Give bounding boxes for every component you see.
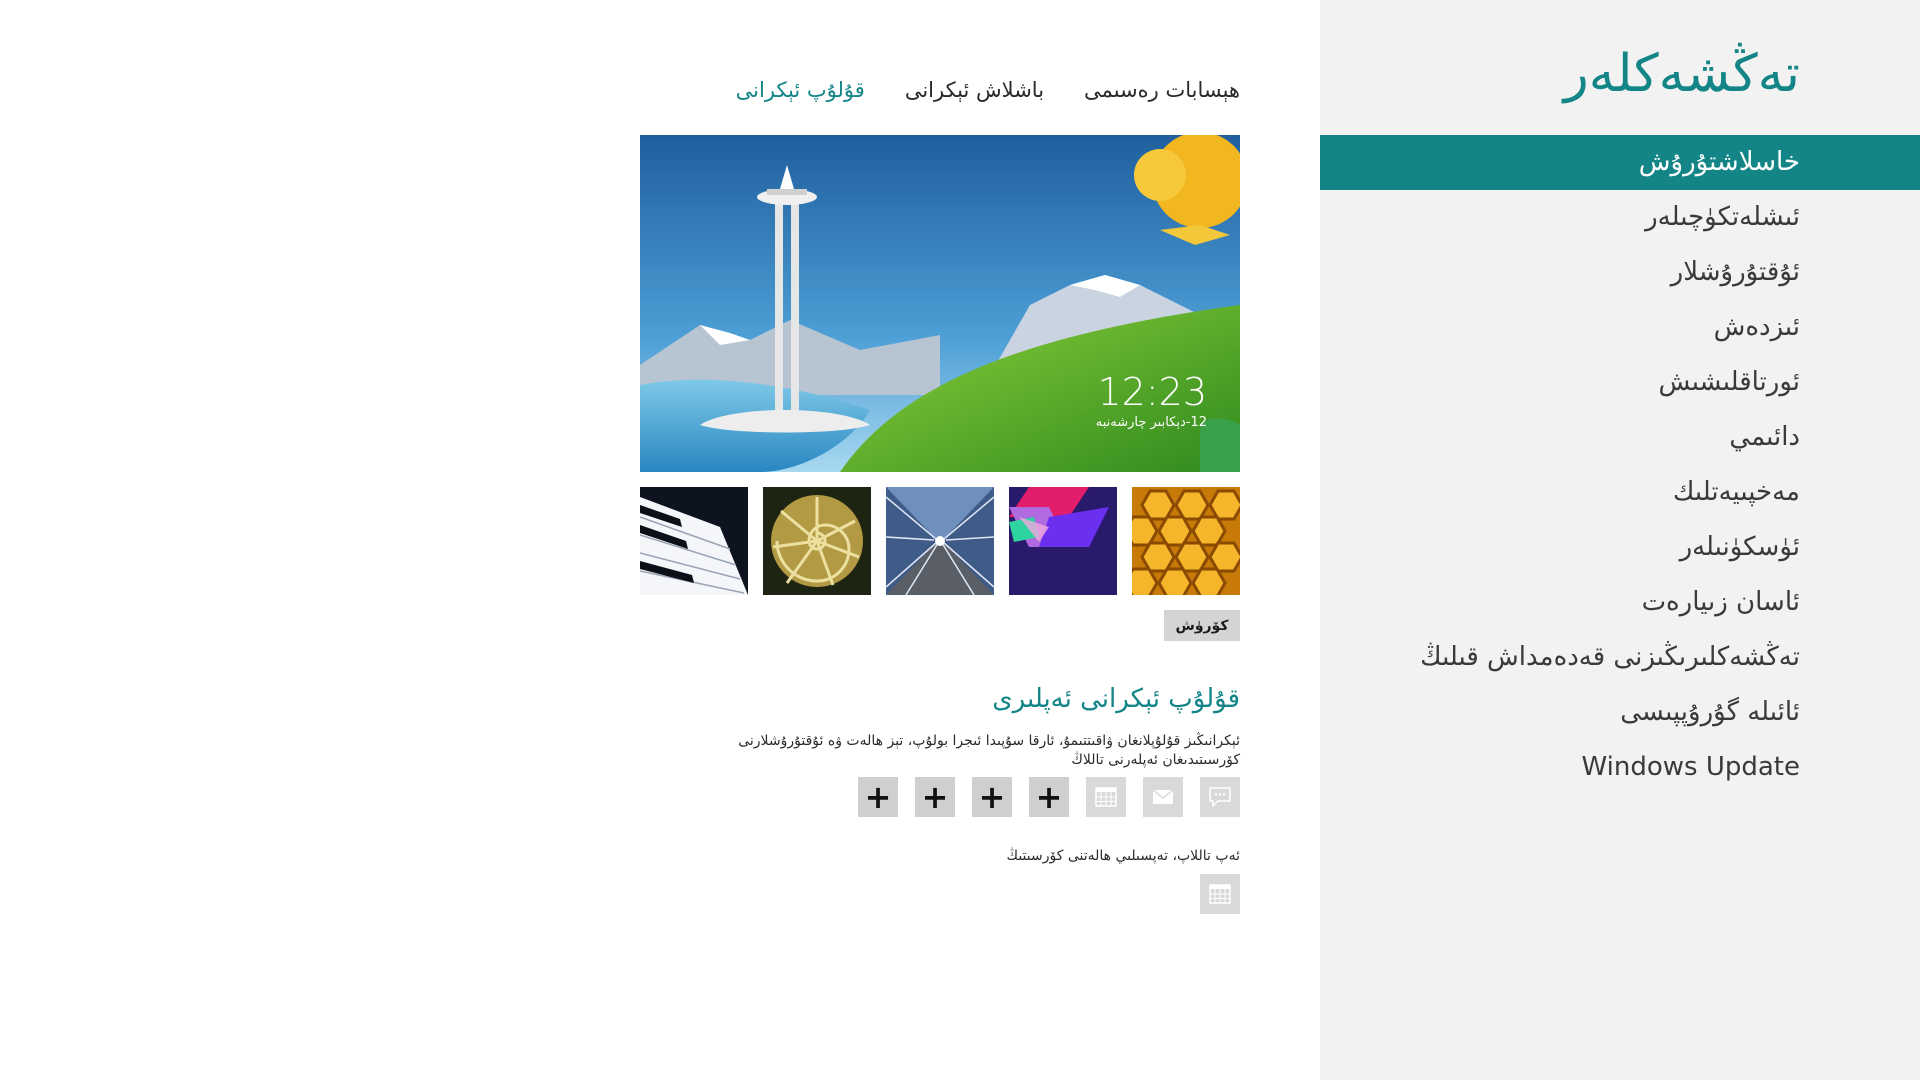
- nav-item-notifications[interactable]: ئۇقتۇرۇشلار: [1320, 245, 1920, 300]
- add-app-button-1[interactable]: +: [1029, 777, 1069, 817]
- app-slot-mail[interactable]: [1143, 777, 1183, 817]
- calendar-icon: [1095, 787, 1117, 807]
- piano-image: [640, 487, 748, 595]
- background-thumbnails: [640, 487, 1240, 595]
- lock-screen-time: 12:23: [1097, 370, 1207, 414]
- lock-screen-preview: 12:23 12-دېكابىر چارشەنبە: [640, 135, 1240, 472]
- nav-item-search[interactable]: ئىزدەش: [1320, 300, 1920, 355]
- calendar-icon: [1209, 884, 1231, 904]
- nav-item-share[interactable]: ئورتاقلىشىش: [1320, 355, 1920, 410]
- nav-item-ease-of-access[interactable]: ئاسان زىيارەت: [1320, 575, 1920, 630]
- lock-screen-apps-description: ئېكرانىڭىز قۇلۇپلانغان ۋاقىتتىمۇ، ئارقا …: [738, 733, 1240, 768]
- thumbnail-piano[interactable]: [640, 487, 748, 595]
- add-app-button-3[interactable]: +: [915, 777, 955, 817]
- add-app-button-2[interactable]: +: [972, 777, 1012, 817]
- thumbnail-honeycomb[interactable]: [1132, 487, 1240, 595]
- honeycomb-image: [1132, 487, 1240, 595]
- nav-item-general[interactable]: دائىمي: [1320, 410, 1920, 465]
- tab-account-picture[interactable]: ھېسابات رەسىمى: [1084, 78, 1240, 102]
- thumbnail-geometric[interactable]: [1009, 487, 1117, 595]
- nav-item-devices[interactable]: ئۈسكۈنىلەر: [1320, 520, 1920, 575]
- lock-screen-apps-title: قۇلۇپ ئېكرانى ئەپلىرى: [992, 684, 1240, 714]
- plus-icon: +: [921, 778, 949, 816]
- personalize-tabs: قۇلۇپ ئېكرانى باشلاش ئېكرانى ھېسابات رەس…: [736, 78, 1240, 102]
- settings-nav-pane: تەڭشەكلەر خاسلاشتۇرۇش ئىشلەتكۈچىلەر ئۇقت…: [1320, 0, 1920, 1080]
- nav-item-homegroup[interactable]: ئائىلە گۇرۇپپىسى: [1320, 685, 1920, 740]
- thumbnail-nautilus[interactable]: [763, 487, 871, 595]
- add-app-button-4[interactable]: +: [858, 777, 898, 817]
- detailed-status-label: ئەپ تاللاپ، تەپسىلىي ھالەتنى كۆرسىتىڭ: [1006, 848, 1240, 864]
- nautilus-image: [763, 487, 871, 595]
- nav-item-personalization[interactable]: خاسلاشتۇرۇش: [1320, 135, 1920, 190]
- plus-icon: +: [978, 778, 1006, 816]
- nav-item-privacy[interactable]: مەخپىيەتلىك: [1320, 465, 1920, 520]
- geometric-image: [1009, 487, 1117, 595]
- tunnel-image: [886, 487, 994, 595]
- plus-icon: +: [864, 778, 892, 816]
- browse-button[interactable]: كۆرۈش: [1164, 610, 1240, 641]
- thumbnail-tunnel[interactable]: [886, 487, 994, 595]
- detailed-status-app-slot[interactable]: [1200, 874, 1240, 914]
- tab-lock-screen[interactable]: قۇلۇپ ئېكرانى: [736, 78, 865, 102]
- app-slot-calendar[interactable]: [1086, 777, 1126, 817]
- messaging-icon: [1209, 787, 1231, 807]
- app-slot-messaging[interactable]: [1200, 777, 1240, 817]
- nav-item-sync-settings[interactable]: تەڭشەكلىرىڭىزنى قەدەمداش قىلىڭ: [1320, 630, 1920, 685]
- plus-icon: +: [1035, 778, 1063, 816]
- tab-start-screen[interactable]: باشلاش ئېكرانى: [905, 78, 1044, 102]
- lock-screen-apps-row: + + + +: [858, 777, 1240, 817]
- nav-item-users[interactable]: ئىشلەتكۈچىلەر: [1320, 190, 1920, 245]
- mail-icon: [1152, 789, 1174, 804]
- lock-screen-date: 12-دېكابىر چارشەنبە: [1095, 415, 1207, 430]
- nav-item-windows-update[interactable]: Windows Update: [1320, 740, 1920, 795]
- settings-nav-list: خاسلاشتۇرۇش ئىشلەتكۈچىلەر ئۇقتۇرۇشلار ئى…: [1320, 135, 1920, 795]
- settings-title: تەڭشەكلەر: [1563, 44, 1800, 104]
